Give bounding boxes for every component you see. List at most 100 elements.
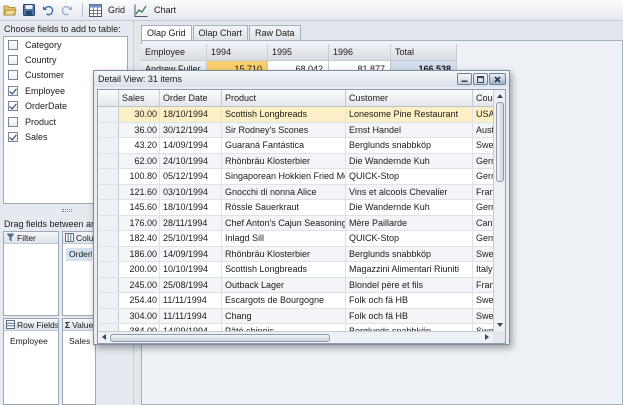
cell-product[interactable]: Scottish Longbreads — [222, 107, 346, 122]
cell-order-date[interactable]: 18/10/1994 — [160, 107, 222, 122]
grid-button-label[interactable]: Grid — [108, 5, 125, 15]
cell-customer[interactable]: QUICK-Stop — [346, 169, 473, 184]
cell-order-date[interactable]: 30/12/1994 — [160, 122, 222, 137]
vertical-scroll-thumb[interactable] — [496, 102, 504, 182]
scroll-down-icon[interactable] — [495, 320, 505, 330]
cell-product[interactable]: Chef Anton's Cajun Seasoning — [222, 215, 346, 230]
row-indicator[interactable] — [98, 246, 119, 261]
value-field-sales[interactable]: Sales — [66, 335, 92, 348]
cell-country[interactable]: Sweden — [473, 309, 494, 324]
cell-country[interactable]: USA — [473, 107, 494, 122]
undo-icon[interactable] — [40, 2, 56, 18]
scroll-up-icon[interactable] — [495, 91, 505, 101]
row-field-employee[interactable]: Employee — [7, 335, 55, 348]
cell-customer[interactable]: Folk och fä HB — [346, 308, 473, 323]
row-indicator[interactable] — [98, 122, 119, 137]
table-row[interactable]: 254.40 11/11/1994 Escargots de Bourgogne Fo… — [98, 293, 494, 309]
table-row[interactable]: 145.60 18/10/1994 Rössle Sauerkraut Die Wan… — [98, 200, 494, 216]
chart-button-label[interactable]: Chart — [154, 5, 176, 15]
cell-order-date[interactable]: 05/12/1994 — [160, 169, 222, 184]
checkbox[interactable] — [8, 39, 18, 50]
table-row-selected[interactable]: 30.00 18/10/1994 Scottish Longbreads Loneso… — [98, 107, 494, 123]
table-row[interactable]: 121.60 03/10/1994 Gnocchi di nonna Alice Vi… — [98, 184, 494, 200]
cell-sales[interactable]: 36.00 — [119, 122, 160, 137]
cell-order-date[interactable]: 10/10/1994 — [160, 262, 222, 277]
minimize-button[interactable] — [457, 73, 472, 85]
cell-sales[interactable]: 145.60 — [119, 200, 160, 215]
cell-product[interactable]: Singaporean Hokkien Fried Mee — [222, 169, 346, 184]
tab-raw-data[interactable]: Raw Data — [249, 25, 301, 40]
cell-product[interactable]: Outback Lager — [222, 277, 346, 292]
cell-sales[interactable]: 304.00 — [119, 308, 160, 323]
column-header-country[interactable]: Country — [473, 90, 494, 106]
cell-customer[interactable]: Ernst Handel — [346, 122, 473, 137]
cell-sales[interactable]: 186.00 — [119, 246, 160, 261]
row-indicator[interactable] — [98, 138, 119, 153]
field-item-category[interactable]: Category — [4, 37, 127, 52]
cell-product[interactable]: Escargots de Bourgogne — [222, 293, 346, 308]
cell-country[interactable]: Austria — [473, 123, 494, 138]
table-row[interactable]: 36.00 30/12/1994 Sir Rodney's Scones Ernst … — [98, 122, 494, 138]
cell-sales[interactable]: 245.00 — [119, 277, 160, 292]
row-indicator[interactable] — [98, 200, 119, 215]
cell-country[interactable]: Italy — [473, 262, 494, 277]
table-row[interactable]: 200.00 10/10/1994 Scottish Longbreads Magaz… — [98, 262, 494, 278]
row-indicator[interactable] — [98, 184, 119, 199]
cell-order-date[interactable]: 25/08/1994 — [160, 277, 222, 292]
cell-sales[interactable]: 62.00 — [119, 153, 160, 168]
cell-order-date[interactable]: 24/10/1994 — [160, 153, 222, 168]
cell-sales[interactable]: 43.20 — [119, 138, 160, 153]
checkbox-checked[interactable] — [8, 101, 18, 112]
save-icon[interactable] — [21, 2, 37, 18]
row-indicator[interactable] — [98, 169, 119, 184]
cell-country[interactable]: Germany — [473, 231, 494, 246]
cell-customer[interactable]: Folk och fä HB — [346, 293, 473, 308]
cell-sales[interactable]: 100.80 — [119, 169, 160, 184]
cell-customer[interactable]: Blondel père et fils — [346, 277, 473, 292]
cell-country[interactable]: France — [473, 185, 494, 200]
checkbox[interactable] — [8, 116, 18, 127]
tab-olap-grid[interactable]: Olap Grid — [141, 25, 192, 41]
row-indicator[interactable] — [98, 308, 119, 323]
row-indicator[interactable] — [98, 293, 119, 308]
scroll-right-icon[interactable] — [482, 332, 492, 342]
field-item-country[interactable]: Country — [4, 52, 127, 67]
cell-order-date[interactable]: 14/09/1994 — [160, 138, 222, 153]
cell-sales[interactable]: 254.40 — [119, 293, 160, 308]
grid-icon[interactable] — [87, 2, 103, 18]
column-fields-zone[interactable]: Column Fields OrderDate — [62, 231, 96, 316]
table-row[interactable]: 182.40 25/10/1994 Inlagd Sill QUICK-Stop Ger… — [98, 231, 494, 247]
column-header-product[interactable]: Product — [222, 90, 346, 106]
horizontal-scrollbar[interactable] — [98, 331, 505, 343]
cell-product[interactable]: Rössle Sauerkraut — [222, 200, 346, 215]
filter-zone[interactable]: Filter — [3, 231, 59, 316]
cell-customer[interactable]: QUICK-Stop — [346, 231, 473, 246]
cell-sales[interactable]: 30.00 — [119, 107, 160, 122]
cell-customer[interactable]: Die Wandernde Kuh — [346, 153, 473, 168]
cell-customer[interactable]: Mère Paillarde — [346, 215, 473, 230]
pivot-header-employee[interactable]: Employee — [141, 44, 207, 61]
tab-olap-chart[interactable]: Olap Chart — [192, 25, 249, 40]
cell-order-date[interactable]: 11/11/1994 — [160, 293, 222, 308]
open-folder-icon[interactable] — [2, 2, 18, 18]
redo-icon[interactable] — [59, 2, 75, 18]
cell-country[interactable]: Germany — [473, 200, 494, 215]
maximize-button[interactable] — [473, 73, 488, 85]
scroll-left-icon[interactable] — [99, 332, 109, 342]
cell-customer[interactable]: Berglunds snabbköp — [346, 138, 473, 153]
table-row[interactable]: 186.00 14/09/1994 Rhönbräu Klosterbier Berg… — [98, 246, 494, 262]
close-button[interactable] — [489, 73, 506, 85]
checkbox[interactable] — [8, 70, 18, 81]
checkbox-checked[interactable] — [8, 132, 18, 143]
cell-customer[interactable]: Berglunds snabbköp — [346, 246, 473, 261]
cell-country[interactable]: France — [473, 278, 494, 293]
checkbox-checked[interactable] — [8, 85, 18, 96]
cell-customer[interactable]: Lonesome Pine Restaurant — [346, 107, 473, 122]
vertical-scrollbar[interactable] — [493, 90, 505, 331]
cell-country[interactable]: Germany — [473, 169, 494, 184]
cell-order-date[interactable]: 03/10/1994 — [160, 184, 222, 199]
cell-product[interactable]: Rhönbräu Klosterbier — [222, 246, 346, 261]
horizontal-scroll-thumb[interactable] — [110, 334, 330, 342]
cell-product[interactable]: Guaraná Fantástica — [222, 138, 346, 153]
row-indicator[interactable] — [98, 215, 119, 230]
